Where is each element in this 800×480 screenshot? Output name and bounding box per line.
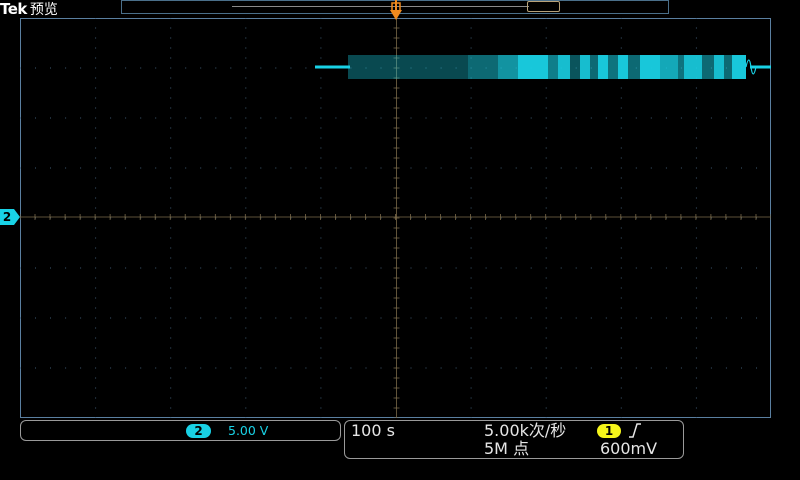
horizontal-scale: 100 s bbox=[351, 421, 395, 440]
ch2-waveform-trace bbox=[315, 55, 771, 79]
trace-band-segment bbox=[732, 55, 746, 79]
trace-band-segment bbox=[518, 55, 548, 79]
trigger-source-badge[interactable]: 1 bbox=[597, 424, 621, 438]
trace-band-segment bbox=[678, 55, 684, 79]
acquisition-mode-label: 预览 bbox=[29, 2, 58, 18]
record-length: 5M 点 bbox=[484, 439, 530, 458]
waveform-display bbox=[20, 18, 771, 418]
trace-band-segment bbox=[598, 55, 608, 79]
ch2-readout-panel[interactable] bbox=[20, 420, 341, 441]
trace-band-segment bbox=[640, 55, 660, 79]
trace-band-segment bbox=[684, 55, 702, 79]
ch2-vertical-scale: 5.00 V bbox=[228, 423, 269, 438]
trace-band-segment bbox=[618, 55, 628, 79]
ch2-offset-marker-label: 2 bbox=[2, 210, 12, 224]
trace-band-segment bbox=[498, 55, 518, 79]
rising-edge-icon bbox=[629, 423, 641, 438]
trace-band-segment bbox=[548, 55, 558, 79]
trace-band-segment bbox=[702, 55, 714, 79]
brand-label: Tek 预览 bbox=[0, 0, 58, 18]
trace-band-segment bbox=[348, 55, 468, 79]
sample-rate: 5.00k次/秒 bbox=[484, 421, 567, 440]
record-view-window[interactable] bbox=[527, 1, 560, 12]
trace-band-segment bbox=[468, 55, 498, 79]
trace-band-segment bbox=[608, 55, 618, 79]
trace-band-segment bbox=[714, 55, 724, 79]
brand-name: Tek bbox=[0, 0, 27, 18]
trigger-level: 600mV bbox=[600, 439, 658, 458]
trace-band-segment bbox=[580, 55, 590, 79]
trace-band-segment bbox=[724, 55, 732, 79]
trigger-position-marker-icon[interactable] bbox=[389, 0, 403, 22]
trace-band-segment bbox=[660, 55, 678, 79]
trace-band-segment bbox=[570, 55, 580, 79]
trace-band-segment bbox=[558, 55, 570, 79]
record-view-waveform-line bbox=[232, 6, 529, 7]
trace-band-segment bbox=[590, 55, 598, 79]
ch2-badge[interactable]: 2 bbox=[186, 424, 211, 438]
trace-band-segment bbox=[628, 55, 640, 79]
